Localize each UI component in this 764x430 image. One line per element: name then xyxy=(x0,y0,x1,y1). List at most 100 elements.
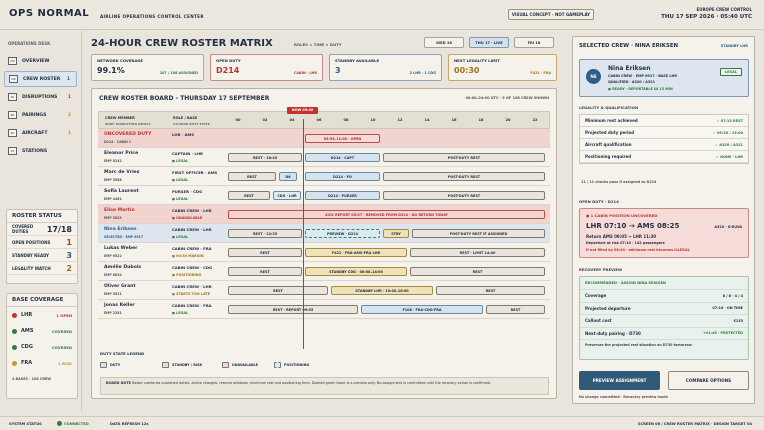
crew-state: ● STARTS TOO LATE xyxy=(172,291,211,296)
duty-block[interactable]: REST xyxy=(436,286,545,295)
preview-block[interactable]: PREVIEW · D214 xyxy=(305,229,380,238)
duty-block[interactable]: REST · REPORT 09:55 xyxy=(228,305,358,314)
crew-role: CABIN CREW · LHR xyxy=(172,227,212,232)
table-row[interactable]: Oliver Grant EMP 5521 CABIN CREW · LHR ● ST… xyxy=(98,281,550,300)
duty-block[interactable]: REST xyxy=(410,267,545,276)
status-dot-icon xyxy=(12,328,17,334)
sidebar-item-aircraft[interactable]: AC AIRCRAFT 1 xyxy=(4,125,77,141)
screen-label: SCREEN 06 / CREW ROSTER MATRIX · DESIGN … xyxy=(637,422,752,426)
check-status: ✓ NONE · LHR xyxy=(716,154,743,159)
duty-block[interactable]: REST xyxy=(228,248,302,257)
duty-block[interactable]: STBY xyxy=(383,229,409,238)
duty-block[interactable]: D214 · FO xyxy=(305,172,380,181)
preview-assignment-button[interactable]: PREVIEW ASSIGNMENT xyxy=(579,371,660,390)
duty-block[interactable]: REST · LIMIT 14:40 xyxy=(410,248,545,257)
duty-block[interactable]: STANDBY LHR · 10:00–18:00 xyxy=(331,286,433,295)
kpi-standby-available: STANDBY AVAILABLE 3 2 LHR · 1 CDG xyxy=(329,54,442,81)
brand-title: OPS NORMAL xyxy=(9,8,90,19)
duty-block[interactable]: REST · 18:45 xyxy=(228,153,302,162)
table-row[interactable]: Jonas Keller EMP 2281 CABIN CREW · FRA ● LE… xyxy=(98,300,550,319)
refresh-label: DATA REFRESH 12s xyxy=(110,422,149,426)
recovery-value: +01:45 · PROTECTED xyxy=(703,331,743,336)
sidebar-item-pairings[interactable]: PA PAIRINGS 2 xyxy=(4,107,77,123)
duty-block[interactable]: CDG · LHR xyxy=(273,191,301,200)
hour-tick: 20 xyxy=(505,118,511,122)
table-row[interactable]: Elise Martin EMP 3029 CABIN CREW · LHR ● UN… xyxy=(98,205,550,224)
board-title: CREW ROSTER BOARD - THURSDAY 17 SEPTEMBE… xyxy=(99,95,270,102)
pairings-icon: PA xyxy=(8,111,17,119)
duty-block[interactable]: POST-DUTY REST xyxy=(383,191,545,200)
crew-state: ● LEGAL xyxy=(172,196,189,201)
crew-state: ● 00:30 MARGIN xyxy=(172,253,204,258)
recovery-head: RECOMMENDED · ASSIGN NINA ERIKSEN xyxy=(580,277,748,290)
kpi-open-duty: OPEN DUTY D214 CABIN · LHR xyxy=(210,54,323,81)
base-code: LHR xyxy=(21,312,33,318)
kpi-label: STANDBY AVAILABLE xyxy=(335,58,380,63)
status-value: 17/18 xyxy=(46,224,72,234)
standby-link[interactable]: STANDBY LHR xyxy=(721,44,748,48)
table-row[interactable]: UNCOVERED DUTY D214 · CABIN 1 LHR · AMS 05… xyxy=(98,129,550,148)
duty-block[interactable]: POST-DUTY REST xyxy=(383,153,545,162)
hour-tick: 22 xyxy=(532,118,538,122)
base-status: 1 RISK xyxy=(58,360,72,366)
duty-block[interactable]: REST xyxy=(228,172,276,181)
duty-block[interactable]: POST-DUTY REST IF ASSIGNED xyxy=(412,229,545,238)
hour-tick: 16 xyxy=(451,118,457,122)
duty-block[interactable]: 05:55–11:05 · OPEN xyxy=(305,134,380,143)
base-row: FRA 1 RISK xyxy=(7,355,77,371)
duty-block[interactable]: REST xyxy=(228,267,302,276)
duty-block[interactable]: D214 · PURSER xyxy=(305,191,380,200)
system-status-label: SYSTEM STATUS xyxy=(9,422,42,426)
duty-block[interactable]: REST · 12:25 xyxy=(228,229,302,238)
base-status: COVERED xyxy=(51,344,72,350)
day-tab-wed[interactable]: WED 16 xyxy=(424,37,464,48)
duty-block[interactable]: REST xyxy=(228,286,328,295)
open-duty-card[interactable]: ● 1 CABIN POSITION UNCOVERED LHR 07:10 →… xyxy=(579,208,749,258)
day-tab-thu[interactable]: THU 17 · LIVE xyxy=(469,37,509,48)
crew-name: Eleanor Price xyxy=(104,151,139,156)
legend-item: UNAVAILABLE xyxy=(222,362,258,368)
duty-block[interactable]: STANDBY CDG · 06:00–14:00 xyxy=(305,267,407,276)
sidebar-item-crew-roster[interactable]: CR CREW ROSTER 1 xyxy=(4,71,77,87)
sidebar-item-stations[interactable]: ST STATIONS xyxy=(4,143,77,159)
table-row[interactable]: Marc de Vries EMP 5588 FIRST OFFICER · AMS… xyxy=(98,167,550,186)
kpi-label: NEXT LEGALITY LIMIT xyxy=(454,58,500,63)
table-row[interactable]: Eleanor Price EMP 8142 CAPTAIN · LHR ● LEGA… xyxy=(98,148,550,167)
sidebar-item-overview[interactable]: OV OVERVIEW xyxy=(4,53,77,69)
duty-block[interactable]: POST-DUTY REST xyxy=(383,172,545,181)
crew-name: Jonas Keller xyxy=(104,303,135,308)
check-label: Minimum rest achieved xyxy=(585,118,638,123)
compare-options-button[interactable]: COMPARE OPTIONS xyxy=(668,371,749,390)
duty-block[interactable]: F421 · FRA-AMS-FRA LHR xyxy=(305,248,407,257)
base-row: AMS COVERED xyxy=(7,323,77,339)
now-line xyxy=(303,119,304,349)
table-row[interactable]: Nina Eriksen SELECTED · EMP 6917 CABIN CRE… xyxy=(98,224,550,243)
status-value: 1 xyxy=(66,237,72,247)
crew-name: Nina Eriksen xyxy=(104,227,137,232)
crew-sub: EMP 5521 xyxy=(104,291,122,296)
base-coverage-panel: BASE COVERAGE LHR 1 OPEN AMS COVERED CDG CO… xyxy=(6,293,78,399)
crew-card-line3: ● READY · REPORTABLE IN 15 MIN xyxy=(608,87,673,91)
nav-badge: 1 xyxy=(67,130,71,136)
col-crew-sort[interactable]: SORT: DISRUPTION IMPACT xyxy=(105,122,151,126)
sidebar-item-disruptions[interactable]: DI DISRUPTIONS 1 xyxy=(4,89,77,105)
crew-card[interactable]: NE Nina Eriksen CABIN CREW · EMP 6917 · … xyxy=(579,59,749,97)
kpi-network-coverage: NETWORK COVERAGE 99.1% 107 / 108 ASSIGNED xyxy=(91,54,204,81)
table-row[interactable]: Amélie Dubois EMP 6634 CABIN CREW · CDG ● P… xyxy=(98,262,550,281)
status-label: OPEN POSITIONS xyxy=(12,239,51,245)
duty-block[interactable]: F108 · FRA-CDG-FRA xyxy=(361,305,483,314)
table-row[interactable]: Lukas Weber EMP 6522 CABIN CREW · FRA ● 00:… xyxy=(98,243,550,262)
recovery-note: Preserves the projected rest situation o… xyxy=(585,343,693,347)
panel-title: SELECTED CREW · NINA ERIKSEN xyxy=(579,43,679,49)
duty-block[interactable]: SICK REPORT 05:07 · REMOVED FROM D214 · … xyxy=(228,210,545,219)
day-tab-fri[interactable]: FRI 18 xyxy=(514,37,554,48)
duty-block[interactable]: D214 · CAPT xyxy=(305,153,380,162)
crew-name: Oliver Grant xyxy=(104,284,136,289)
duty-block[interactable]: REST xyxy=(228,191,270,200)
crew-role: CABIN CREW · FRA xyxy=(172,303,212,308)
recovery-row: Next-duty pairing · D730 +01:45 · PROTECT… xyxy=(580,328,748,340)
duty-block[interactable]: REST xyxy=(486,305,545,314)
table-row[interactable]: Sofia Laurent EMP 4461 PURSER · CDG ● LEGAL… xyxy=(98,186,550,205)
duty-block[interactable]: D6 xyxy=(279,172,297,181)
col-crew-header: CREW MEMBER xyxy=(105,116,135,120)
